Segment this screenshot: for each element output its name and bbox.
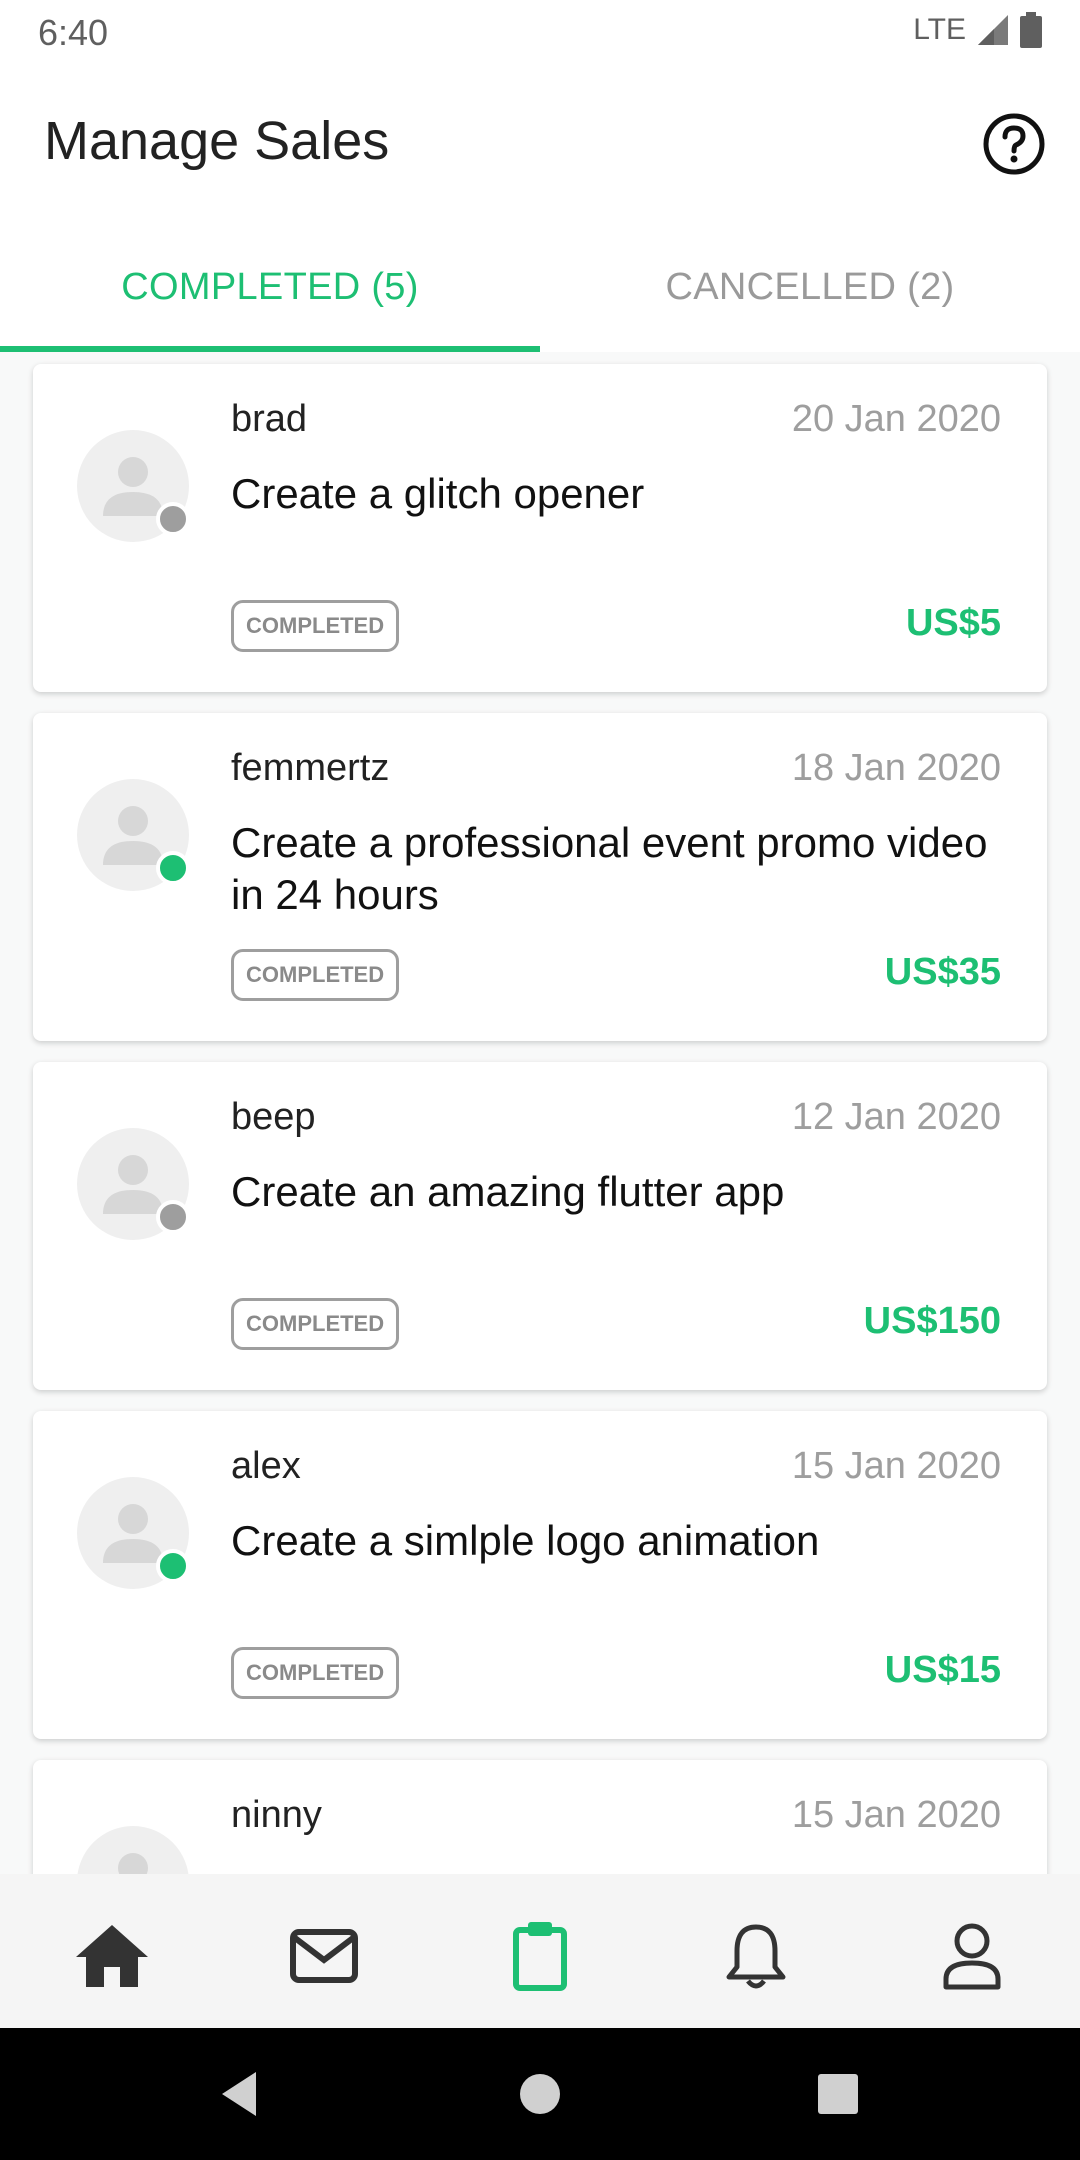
order-date: 18 Jan 2020 [791,747,1001,789]
recents-icon[interactable] [808,2064,868,2124]
nav-home[interactable] [70,1914,154,1998]
status-badge: COMPLETED [231,1647,400,1699]
order-price: US$150 [863,1300,1001,1342]
status-indicators: LTE [913,12,1042,48]
bell-icon [726,1924,786,1989]
presence-offline-indicator [156,502,190,536]
avatar [77,1826,189,1874]
order-card[interactable]: beep 12 Jan 2020 Create an amazing flutt… [33,1062,1047,1390]
profile-icon [943,1923,1001,1990]
order-date: 15 Jan 2020 [791,1794,1001,1836]
presence-online-indicator [156,1549,190,1583]
user-placeholder-icon [118,1853,148,1874]
back-icon[interactable] [212,2064,272,2124]
tab-bar: COMPLETED (5) CANCELLED (2) [0,222,1080,352]
status-bar: 6:40 LTE [0,0,1080,66]
order-card[interactable]: ninny 15 Jan 2020 [33,1760,1047,1874]
gig-title: Create a professional event promo video … [231,819,988,918]
gig-title: Create an amazing flutter app [231,1168,785,1215]
nav-inbox[interactable] [282,1914,366,1998]
order-date: 15 Jan 2020 [791,1445,1001,1487]
orders-list[interactable]: brad 20 Jan 2020 Create a glitch opener … [0,352,1080,1874]
clipboard-icon [513,1922,567,1991]
tab-cancelled[interactable]: CANCELLED (2) [540,222,1080,352]
order-price: US$15 [884,1649,1001,1691]
signal-icon [978,15,1008,45]
app-header: Manage Sales [0,66,1080,222]
status-badge: COMPLETED [231,600,400,652]
mail-icon [290,1929,358,1983]
presence-online-indicator [156,851,190,885]
system-navigation-bar [0,2028,1080,2160]
presence-offline-indicator [156,1200,190,1234]
order-date: 20 Jan 2020 [791,398,1001,440]
nav-profile[interactable] [930,1914,1014,1998]
order-card[interactable]: brad 20 Jan 2020 Create a glitch opener … [33,364,1047,692]
network-type: LTE [913,13,966,46]
bottom-navigation [0,1874,1080,2028]
page-title: Manage Sales [44,111,390,171]
status-time: 6:40 [38,12,109,53]
buyer-username[interactable]: alex [231,1445,301,1488]
home-circle-icon[interactable] [510,2064,570,2124]
order-price: US$35 [884,951,1001,993]
battery-icon [1020,12,1042,48]
order-card[interactable]: alex 15 Jan 2020 Create a simlple logo a… [33,1411,1047,1739]
tab-completed[interactable]: COMPLETED (5) [0,222,540,352]
status-badge: COMPLETED [231,1298,400,1350]
buyer-username[interactable]: brad [231,398,307,441]
gig-title: Create a glitch opener [231,470,645,517]
nav-manage-sales[interactable] [498,1914,582,1998]
buyer-username[interactable]: femmertz [231,747,389,790]
nav-notifications[interactable] [714,1914,798,1998]
help-circle-icon[interactable] [982,112,1046,176]
home-icon [76,1925,148,1987]
gig-title: Create a simlple logo animation [231,1517,820,1564]
order-card[interactable]: femmertz 18 Jan 2020 Create a profession… [33,713,1047,1041]
status-badge: COMPLETED [231,949,400,1001]
buyer-username[interactable]: beep [231,1096,316,1139]
order-date: 12 Jan 2020 [791,1096,1001,1138]
buyer-username[interactable]: ninny [231,1794,322,1837]
order-price: US$5 [905,602,1001,644]
